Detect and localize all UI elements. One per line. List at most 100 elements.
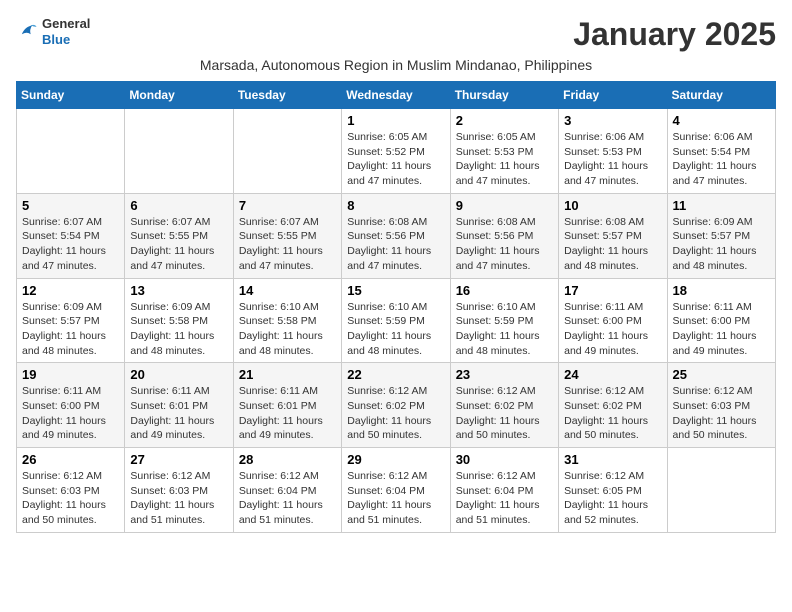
calendar-week-row: 12Sunrise: 6:09 AMSunset: 5:57 PMDayligh… <box>17 278 776 363</box>
calendar-cell <box>125 109 233 194</box>
weekday-header: Monday <box>125 82 233 109</box>
calendar-cell <box>17 109 125 194</box>
weekday-header: Thursday <box>450 82 558 109</box>
day-info: Sunrise: 6:12 AMSunset: 6:02 PMDaylight:… <box>564 384 661 443</box>
calendar-cell: 18 Sunrise: 6:11 AMSunset: 6:00 PMDayligh… <box>667 278 775 363</box>
day-number: 9 <box>456 198 553 213</box>
day-number: 24 <box>564 367 661 382</box>
day-number: 7 <box>239 198 336 213</box>
day-info: Sunrise: 6:08 AMSunset: 5:56 PMDaylight:… <box>456 215 553 274</box>
calendar-cell: 9 Sunrise: 6:08 AMSunset: 5:56 PMDaylight… <box>450 193 558 278</box>
day-info: Sunrise: 6:08 AMSunset: 5:57 PMDaylight:… <box>564 215 661 274</box>
day-info: Sunrise: 6:12 AMSunset: 6:02 PMDaylight:… <box>456 384 553 443</box>
calendar-cell: 8 Sunrise: 6:08 AMSunset: 5:56 PMDaylight… <box>342 193 450 278</box>
weekday-header: Wednesday <box>342 82 450 109</box>
calendar-cell: 24 Sunrise: 6:12 AMSunset: 6:02 PMDayligh… <box>559 363 667 448</box>
calendar-week-row: 19 Sunrise: 6:11 AMSunset: 6:00 PMDayligh… <box>17 363 776 448</box>
calendar-cell: 5 Sunrise: 6:07 AMSunset: 5:54 PMDaylight… <box>17 193 125 278</box>
day-info: Sunrise: 6:11 AMSunset: 6:01 PMDaylight:… <box>239 384 336 443</box>
calendar-cell: 30Sunrise: 6:12 AMSunset: 6:04 PMDayligh… <box>450 448 558 533</box>
calendar-cell: 26 Sunrise: 6:12 AMSunset: 6:03 PMDayligh… <box>17 448 125 533</box>
weekday-header: Friday <box>559 82 667 109</box>
day-number: 1 <box>347 113 444 128</box>
calendar-cell: 6Sunrise: 6:07 AMSunset: 5:55 PMDaylight… <box>125 193 233 278</box>
calendar-cell: 15 Sunrise: 6:10 AMSunset: 5:59 PMDayligh… <box>342 278 450 363</box>
weekday-header: Tuesday <box>233 82 341 109</box>
calendar-cell: 1 Sunrise: 6:05 AMSunset: 5:52 PMDaylight… <box>342 109 450 194</box>
day-info: Sunrise: 6:08 AMSunset: 5:56 PMDaylight:… <box>347 215 444 274</box>
month-title: January 2025 <box>573 16 776 53</box>
day-number: 8 <box>347 198 444 213</box>
calendar-cell: 11 Sunrise: 6:09 AMSunset: 5:57 PMDayligh… <box>667 193 775 278</box>
day-info: Sunrise: 6:10 AMSunset: 5:59 PMDaylight:… <box>347 300 444 359</box>
logo-blue: Blue <box>42 32 90 48</box>
day-info: Sunrise: 6:12 AMSunset: 6:03 PMDaylight:… <box>130 469 227 528</box>
day-info: Sunrise: 6:09 AMSunset: 5:58 PMDaylight:… <box>130 300 227 359</box>
calendar-cell <box>233 109 341 194</box>
day-number: 21 <box>239 367 336 382</box>
day-info: Sunrise: 6:09 AMSunset: 5:57 PMDaylight:… <box>22 300 119 359</box>
day-info: Sunrise: 6:07 AMSunset: 5:55 PMDaylight:… <box>239 215 336 274</box>
day-info: Sunrise: 6:12 AMSunset: 6:04 PMDaylight:… <box>456 469 553 528</box>
calendar-cell: 10 Sunrise: 6:08 AMSunset: 5:57 PMDayligh… <box>559 193 667 278</box>
calendar-cell: 19 Sunrise: 6:11 AMSunset: 6:00 PMDayligh… <box>17 363 125 448</box>
subtitle: Marsada, Autonomous Region in Muslim Min… <box>16 57 776 73</box>
day-info: Sunrise: 6:06 AMSunset: 5:53 PMDaylight:… <box>564 130 661 189</box>
calendar-cell: 16 Sunrise: 6:10 AMSunset: 5:59 PMDayligh… <box>450 278 558 363</box>
day-info: Sunrise: 6:12 AMSunset: 6:05 PMDaylight:… <box>564 469 661 528</box>
day-info: Sunrise: 6:10 AMSunset: 5:59 PMDaylight:… <box>456 300 553 359</box>
calendar-cell: 28 Sunrise: 6:12 AMSunset: 6:04 PMDayligh… <box>233 448 341 533</box>
calendar-cell: 3Sunrise: 6:06 AMSunset: 5:53 PMDaylight… <box>559 109 667 194</box>
day-number: 23 <box>456 367 553 382</box>
day-number: 25 <box>673 367 770 382</box>
logo-text: General Blue <box>42 16 90 47</box>
calendar-table: SundayMondayTuesdayWednesdayThursdayFrid… <box>16 81 776 533</box>
day-number: 5 <box>22 198 119 213</box>
day-info: Sunrise: 6:11 AMSunset: 6:00 PMDaylight:… <box>564 300 661 359</box>
day-info: Sunrise: 6:12 AMSunset: 6:04 PMDaylight:… <box>347 469 444 528</box>
weekday-header: Saturday <box>667 82 775 109</box>
calendar-cell: 4 Sunrise: 6:06 AMSunset: 5:54 PMDaylight… <box>667 109 775 194</box>
calendar-cell: 27Sunrise: 6:12 AMSunset: 6:03 PMDayligh… <box>125 448 233 533</box>
day-info: Sunrise: 6:12 AMSunset: 6:03 PMDaylight:… <box>22 469 119 528</box>
day-number: 18 <box>673 283 770 298</box>
calendar-cell: 22Sunrise: 6:12 AMSunset: 6:02 PMDayligh… <box>342 363 450 448</box>
calendar-week-row: 26 Sunrise: 6:12 AMSunset: 6:03 PMDayligh… <box>17 448 776 533</box>
day-number: 22 <box>347 367 444 382</box>
day-number: 19 <box>22 367 119 382</box>
calendar-cell: 17Sunrise: 6:11 AMSunset: 6:00 PMDayligh… <box>559 278 667 363</box>
calendar-cell: 14Sunrise: 6:10 AMSunset: 5:58 PMDayligh… <box>233 278 341 363</box>
page-container: General Blue January 2025 Marsada, Auton… <box>16 16 776 533</box>
day-number: 28 <box>239 452 336 467</box>
day-number: 11 <box>673 198 770 213</box>
calendar-cell: 23 Sunrise: 6:12 AMSunset: 6:02 PMDayligh… <box>450 363 558 448</box>
calendar-cell: 2Sunrise: 6:05 AMSunset: 5:53 PMDaylight… <box>450 109 558 194</box>
header: General Blue January 2025 <box>16 16 776 53</box>
calendar-cell: 29Sunrise: 6:12 AMSunset: 6:04 PMDayligh… <box>342 448 450 533</box>
day-info: Sunrise: 6:12 AMSunset: 6:04 PMDaylight:… <box>239 469 336 528</box>
weekday-header: Sunday <box>17 82 125 109</box>
day-info: Sunrise: 6:05 AMSunset: 5:52 PMDaylight:… <box>347 130 444 189</box>
day-number: 16 <box>456 283 553 298</box>
logo: General Blue <box>16 16 90 47</box>
logo-general: General <box>42 16 90 32</box>
day-info: Sunrise: 6:07 AMSunset: 5:54 PMDaylight:… <box>22 215 119 274</box>
day-number: 26 <box>22 452 119 467</box>
calendar-cell: 13Sunrise: 6:09 AMSunset: 5:58 PMDayligh… <box>125 278 233 363</box>
calendar-header-row: SundayMondayTuesdayWednesdayThursdayFrid… <box>17 82 776 109</box>
day-number: 4 <box>673 113 770 128</box>
day-info: Sunrise: 6:07 AMSunset: 5:55 PMDaylight:… <box>130 215 227 274</box>
day-info: Sunrise: 6:11 AMSunset: 6:00 PMDaylight:… <box>22 384 119 443</box>
calendar-cell: 25Sunrise: 6:12 AMSunset: 6:03 PMDayligh… <box>667 363 775 448</box>
day-info: Sunrise: 6:05 AMSunset: 5:53 PMDaylight:… <box>456 130 553 189</box>
day-info: Sunrise: 6:11 AMSunset: 6:00 PMDaylight:… <box>673 300 770 359</box>
calendar-cell: 20Sunrise: 6:11 AMSunset: 6:01 PMDayligh… <box>125 363 233 448</box>
day-number: 31 <box>564 452 661 467</box>
day-info: Sunrise: 6:06 AMSunset: 5:54 PMDaylight:… <box>673 130 770 189</box>
day-number: 15 <box>347 283 444 298</box>
day-number: 10 <box>564 198 661 213</box>
logo-icon <box>16 21 38 43</box>
calendar-cell: 31 Sunrise: 6:12 AMSunset: 6:05 PMDayligh… <box>559 448 667 533</box>
day-info: Sunrise: 6:09 AMSunset: 5:57 PMDaylight:… <box>673 215 770 274</box>
calendar-week-row: 5 Sunrise: 6:07 AMSunset: 5:54 PMDaylight… <box>17 193 776 278</box>
